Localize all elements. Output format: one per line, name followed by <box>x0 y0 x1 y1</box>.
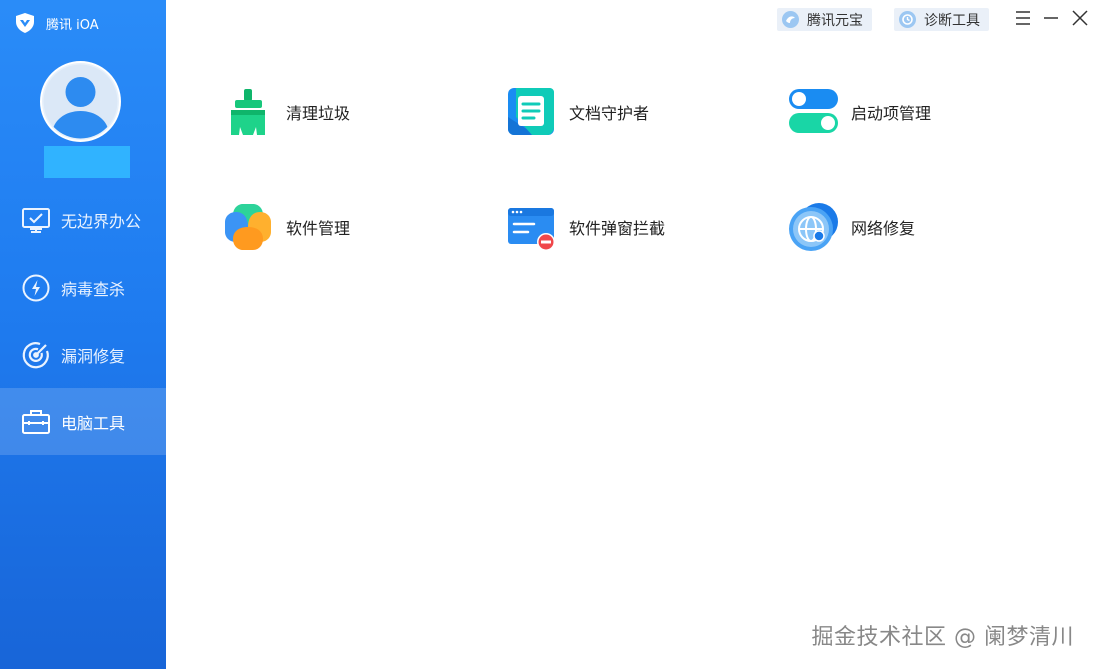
minimize-icon[interactable] <box>1042 9 1060 27</box>
sidebar-item-label: 病毒查杀 <box>61 279 126 299</box>
username-redacted <box>44 146 130 178</box>
document-icon <box>506 87 556 137</box>
brand-name: 腾讯 iOA <box>46 17 99 33</box>
sidebar: 腾讯 iOA 无边界办公 病毒查杀 漏洞修复 电脑工具 <box>0 0 166 669</box>
toolbox-icon <box>21 407 51 437</box>
toggle-icon <box>788 87 838 137</box>
watermark: 掘金技术社区 @ 阑梦清川 <box>811 625 1074 650</box>
yuanbao-icon <box>782 11 799 28</box>
sidebar-item-label: 无边界办公 <box>61 211 142 231</box>
avatar[interactable] <box>40 61 121 142</box>
sidebar-item-pc-tools[interactable]: 电脑工具 <box>0 388 166 455</box>
globe-icon <box>788 202 838 252</box>
broom-icon <box>223 87 273 137</box>
monitor-icon <box>21 205 51 235</box>
tool-network-repair[interactable]: 网络修复 <box>788 201 915 253</box>
close-icon[interactable] <box>1071 9 1089 27</box>
yuanbao-button[interactable]: 腾讯元宝 <box>777 8 872 31</box>
diagnose-tool-button[interactable]: 诊断工具 <box>894 8 989 31</box>
tool-popup-blocker[interactable]: 软件弹窗拦截 <box>506 201 665 253</box>
tool-label: 网络修复 <box>851 219 916 238</box>
tool-startup-manager[interactable]: 启动项管理 <box>788 86 931 138</box>
sidebar-item-vuln-fix[interactable]: 漏洞修复 <box>0 321 166 388</box>
tool-label: 软件弹窗拦截 <box>569 219 666 238</box>
sidebar-item-label: 电脑工具 <box>61 413 126 433</box>
clover-icon <box>223 202 273 252</box>
sidebar-item-borderless-office[interactable]: 无边界办公 <box>0 186 166 253</box>
tool-label: 启动项管理 <box>851 104 932 123</box>
target-icon <box>21 340 51 370</box>
yuanbao-label: 腾讯元宝 <box>807 12 863 29</box>
ioa-logo-icon <box>16 13 34 33</box>
tool-label: 文档守护者 <box>569 104 650 123</box>
brand: 腾讯 iOA <box>14 12 99 34</box>
tool-label: 清理垃圾 <box>286 104 351 123</box>
sidebar-item-virus-scan[interactable]: 病毒查杀 <box>0 254 166 321</box>
popup-block-icon <box>506 202 556 252</box>
tool-label: 软件管理 <box>286 219 351 238</box>
virus-scan-icon <box>21 273 51 303</box>
sidebar-item-label: 漏洞修复 <box>61 346 126 366</box>
diagnose-label: 诊断工具 <box>924 12 980 29</box>
tool-doc-guardian[interactable]: 文档守护者 <box>506 86 649 138</box>
tool-software-manager[interactable]: 软件管理 <box>223 201 350 253</box>
tool-clean-junk[interactable]: 清理垃圾 <box>223 86 350 138</box>
diagnose-icon <box>899 11 916 28</box>
menu-icon[interactable] <box>1014 9 1032 27</box>
